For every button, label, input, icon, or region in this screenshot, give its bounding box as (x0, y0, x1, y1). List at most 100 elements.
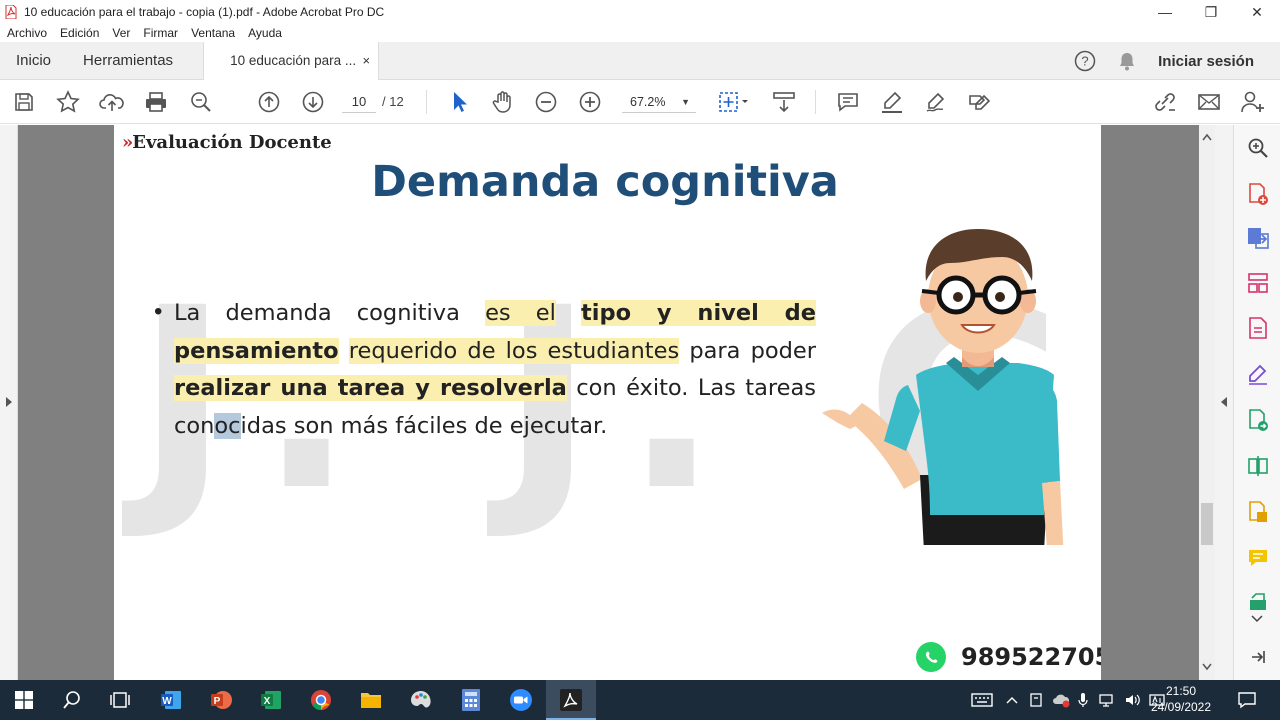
chevron-up-icon[interactable] (1202, 133, 1212, 141)
collapse-panel-icon[interactable] (1246, 645, 1270, 669)
tab-close-icon[interactable]: × (362, 53, 370, 68)
edit-pdf-icon[interactable] (1246, 316, 1270, 340)
help-icon-glyph: ? (1082, 54, 1089, 69)
vertical-scrollbar[interactable] (1199, 125, 1215, 680)
excel-app-icon[interactable]: X (258, 687, 284, 713)
menu-ver[interactable]: Ver (112, 26, 130, 40)
email-icon[interactable] (1196, 89, 1222, 115)
send-for-signature-icon[interactable] (1246, 408, 1270, 432)
chevron-down-icon[interactable] (1251, 615, 1263, 623)
zoom-out-icon[interactable] (533, 89, 559, 115)
left-pane-toggle[interactable] (0, 125, 18, 680)
page-number-input[interactable]: 10 (342, 91, 376, 113)
network-icon[interactable] (1098, 692, 1116, 708)
para-segment: para poder (689, 337, 816, 364)
menu-ventana[interactable]: Ventana (191, 26, 235, 40)
cloud-upload-icon[interactable] (99, 89, 125, 115)
para-segment: con (174, 412, 215, 439)
clock-date: 24/09/2022 (1150, 700, 1212, 714)
para-highlight-bold: realizar una tarea y resolverla (174, 375, 567, 401)
zoom-search-icon[interactable] (188, 89, 214, 115)
chrome-app-icon[interactable] (308, 687, 334, 713)
zoom-app-icon[interactable] (508, 687, 534, 713)
add-user-icon[interactable] (1240, 89, 1266, 115)
tab-herramientas[interactable]: Herramientas (67, 42, 189, 80)
account-controls: ? Iniciar sesión (1074, 42, 1280, 80)
chevron-down-icon[interactable] (1202, 663, 1212, 671)
create-pdf-icon[interactable] (1246, 182, 1270, 206)
svg-text:X: X (264, 696, 271, 707)
menu-firmar[interactable]: Firmar (143, 26, 178, 40)
highlight-pen-icon[interactable] (879, 89, 905, 115)
onedrive-error-icon[interactable] (1052, 692, 1070, 708)
menu-archivo[interactable]: Archivo (7, 26, 47, 40)
page-total: / 12 (382, 94, 404, 109)
para-highlight: requerido de los estudiantes (348, 337, 680, 364)
search-zoom-icon[interactable] (1246, 136, 1270, 160)
signin-button[interactable]: Iniciar sesión (1158, 53, 1254, 70)
para-highlight: es el (485, 300, 556, 326)
menu-edicion[interactable]: Edición (60, 26, 99, 40)
bullet-icon: • (154, 298, 163, 325)
word-app-icon[interactable]: W (158, 687, 184, 713)
microphone-icon[interactable] (1076, 692, 1090, 708)
hand-pan-icon[interactable] (490, 89, 516, 115)
draw-sign-icon[interactable] (923, 89, 949, 115)
tab-inicio[interactable]: Inicio (0, 42, 67, 80)
right-pane-toggle[interactable] (1215, 125, 1233, 680)
zoom-in-icon[interactable] (577, 89, 603, 115)
scrollbar-thumb[interactable] (1201, 503, 1213, 545)
whatsapp-icon (916, 642, 946, 672)
window-title-bar: 10 educación para el trabajo - copia (1)… (0, 0, 1280, 24)
toolbar-divider (426, 90, 427, 114)
file-explorer-icon[interactable] (358, 687, 384, 713)
fit-page-icon[interactable] (716, 89, 752, 115)
clock-time: 21:50 (1165, 684, 1197, 698)
brand-arrows-icon: » (122, 132, 133, 153)
help-icon[interactable]: ? (1074, 50, 1096, 72)
para-segment: La demanda cognitiva (174, 300, 460, 326)
search-icon[interactable] (59, 687, 85, 713)
volume-icon[interactable] (1124, 692, 1142, 708)
windows-start-icon[interactable] (11, 687, 37, 713)
keyboard-icon[interactable] (970, 692, 994, 708)
menu-ayuda[interactable]: Ayuda (248, 26, 282, 40)
page-down-icon[interactable] (300, 89, 326, 115)
chevron-left-icon (1221, 397, 1227, 407)
taskbar-clock[interactable]: 21:50 24/09/2022 (1148, 683, 1214, 715)
minimize-button[interactable]: — (1142, 0, 1188, 24)
share-link-icon[interactable] (1152, 89, 1178, 115)
compare-files-icon[interactable] (1246, 454, 1270, 478)
fill-and-sign-icon[interactable] (1246, 362, 1270, 386)
comment-icon[interactable] (835, 89, 861, 115)
device-icon[interactable] (1028, 692, 1044, 708)
paint-app-icon[interactable] (408, 687, 434, 713)
page-up-icon[interactable] (256, 89, 282, 115)
select-cursor-icon[interactable] (446, 89, 472, 115)
save-icon[interactable] (11, 89, 37, 115)
fill-sign-icon[interactable] (967, 89, 993, 115)
svg-text:P: P (214, 696, 221, 707)
slide-paragraph[interactable]: La demanda cognitiva es el tipo y nivel … (174, 295, 816, 445)
organize-pages-icon[interactable] (1246, 271, 1270, 295)
close-button[interactable]: ✕ (1234, 0, 1280, 24)
acrobat-app-icon[interactable] (558, 687, 584, 713)
bookmark-star-icon[interactable] (55, 89, 81, 115)
export-pdf-icon[interactable] (1246, 226, 1270, 250)
zoom-level-select[interactable]: 67.2% ▼ (622, 91, 696, 113)
combine-files-icon[interactable] (1246, 500, 1270, 524)
restore-button[interactable]: ❐ (1188, 0, 1234, 24)
scroll-mode-icon[interactable] (771, 89, 797, 115)
pdf-page: J. J. G. »Evaluación Docente Demanda cog… (114, 125, 1101, 680)
bell-icon[interactable] (1116, 50, 1138, 72)
scan-ocr-icon[interactable] (1246, 591, 1270, 615)
calculator-app-icon[interactable] (458, 687, 484, 713)
chevron-up-icon[interactable] (1004, 696, 1020, 704)
comment-tool-icon[interactable] (1246, 546, 1270, 570)
tab-document[interactable]: 10 educación para ... × (203, 41, 380, 80)
toolbar-divider (815, 90, 816, 114)
notifications-icon[interactable] (1234, 687, 1260, 713)
print-icon[interactable] (143, 89, 169, 115)
task-view-icon[interactable] (107, 687, 133, 713)
powerpoint-app-icon[interactable]: P (208, 687, 234, 713)
